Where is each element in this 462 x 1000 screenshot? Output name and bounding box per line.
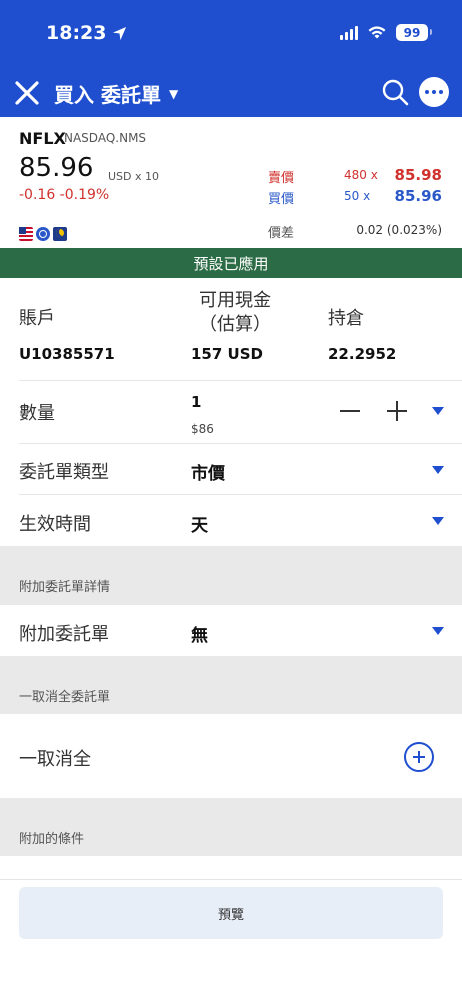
price-change: -0.16 -0.19% — [19, 187, 110, 203]
status-time: 18:23 — [46, 22, 127, 44]
location-arrow-icon — [113, 26, 127, 40]
attached-orders-section-header: 附加委託單詳情 — [0, 546, 462, 605]
divider — [0, 879, 462, 880]
time-in-force-dropdown-icon[interactable] — [432, 517, 444, 525]
quote-panel: NFLX NASDAQ.NMS 85.96 USD x 10 -0.16 -0.… — [0, 117, 462, 248]
conditions-section-header: 附加的條件 — [0, 798, 462, 856]
quantity-dropdown-icon[interactable] — [432, 407, 444, 415]
divider — [19, 380, 462, 381]
divider — [19, 443, 462, 444]
attached-order-label: 附加委託單 — [19, 624, 109, 645]
clock-icon — [36, 227, 50, 241]
chevron-down-icon: ▼ — [168, 86, 179, 101]
attached-order-dropdown-icon[interactable] — [432, 627, 444, 635]
status-time-text: 18:23 — [46, 22, 107, 44]
position-value: 22.2952 — [328, 345, 397, 363]
top-bar: 18:23 99 買入 委託單 ▼ — [0, 0, 462, 117]
available-cash-value: 157 USD — [191, 345, 263, 363]
status-indicators: 99 — [340, 24, 432, 41]
position-label: 持倉 — [328, 308, 364, 329]
quantity-increment-button[interactable] — [387, 401, 407, 421]
order-type-select[interactable]: 市價 — [191, 459, 225, 484]
spread-label: 價差 — [268, 226, 295, 241]
wifi-icon — [368, 26, 386, 39]
bid-row[interactable]: 買價 50 x 85.96 — [268, 187, 448, 208]
oca-section-title: 一取消全委託單 — [19, 690, 111, 705]
account-value[interactable]: U10385571 — [19, 345, 115, 363]
moon-icon — [53, 227, 67, 241]
cellular-signal-icon — [340, 25, 358, 40]
nav-bar: 買入 委託單 ▼ — [0, 70, 462, 115]
exchange: NASDAQ.NMS — [64, 131, 147, 145]
more-options-icon[interactable] — [419, 77, 449, 107]
order-type-label: 委託單類型 — [19, 462, 109, 483]
order-type-dropdown-icon[interactable] — [432, 466, 444, 474]
ask-row[interactable]: 賣價 480 x 85.98 — [268, 166, 448, 187]
symbol[interactable]: NFLX — [19, 129, 66, 148]
oca-label: 一取消全 — [19, 749, 91, 770]
preview-button[interactable]: 預覽 — [19, 887, 443, 939]
quantity-label: 數量 — [19, 403, 55, 424]
conditions-section-title: 附加的條件 — [19, 832, 85, 847]
search-icon[interactable] — [381, 78, 409, 106]
oca-section-header: 一取消全委託單 — [0, 656, 462, 714]
battery-level: 99 — [403, 25, 421, 40]
us-flag-icon — [19, 227, 33, 241]
divider — [19, 494, 462, 495]
price-unit: USD x 10 — [108, 170, 160, 183]
account-label: 賬戶 — [19, 308, 55, 329]
bid-price: 85.96 — [394, 187, 442, 205]
quantity-decrement-button[interactable] — [340, 410, 360, 412]
last-price: 85.96 — [19, 153, 94, 183]
market-badges — [19, 227, 67, 241]
add-oca-icon[interactable] — [404, 742, 434, 772]
bid-size: 50 x — [344, 189, 371, 203]
attached-orders-section-title: 附加委託單詳情 — [19, 580, 111, 595]
ask-size: 480 x — [344, 168, 378, 182]
bid-label: 買價 — [268, 192, 295, 207]
ask-price: 85.98 — [394, 166, 442, 184]
time-in-force-select[interactable]: 天 — [191, 511, 208, 536]
page-title: 買入 委託單 — [54, 83, 161, 107]
battery-icon: 99 — [396, 24, 432, 41]
order-side-selector[interactable]: 買入 委託單 ▼ — [54, 79, 178, 108]
attached-order-select[interactable]: 無 — [191, 621, 208, 646]
presets-applied-banner: 預設已應用 — [0, 248, 462, 278]
ask-label: 賣價 — [268, 171, 295, 186]
quantity-value-estimate: $86 — [191, 422, 214, 436]
available-cash-label: 可用現金（估算） — [199, 290, 271, 335]
spread-value: 0.02 (0.023%) — [356, 223, 442, 237]
quantity-input[interactable]: 1 — [191, 393, 201, 411]
time-in-force-label: 生效時間 — [19, 514, 91, 535]
close-icon[interactable] — [14, 80, 40, 106]
